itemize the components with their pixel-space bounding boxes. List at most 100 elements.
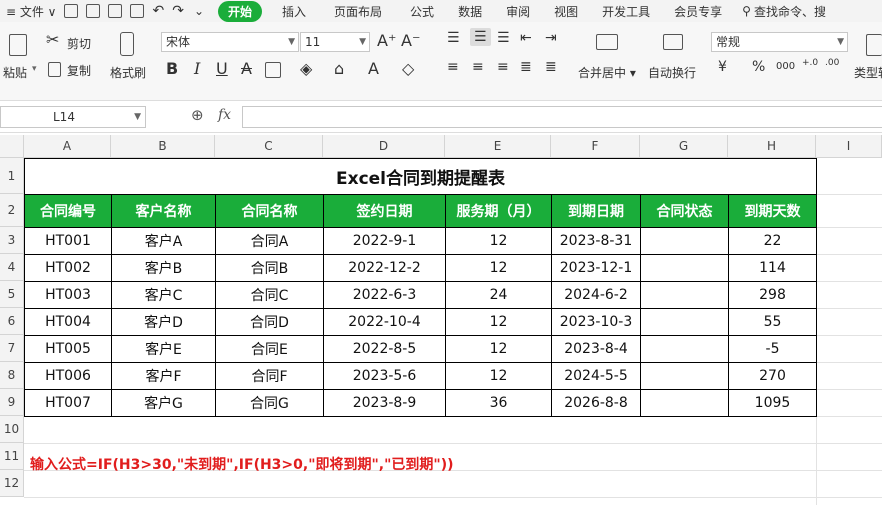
number-format-select[interactable]: 常规 ▼: [711, 32, 848, 52]
align-bottom-icon[interactable]: ☰: [497, 30, 510, 46]
row-header-8[interactable]: 8: [0, 362, 24, 389]
header-days-left[interactable]: 到期天数: [728, 194, 817, 228]
cell[interactable]: 2023-8-4: [551, 335, 641, 363]
cell[interactable]: HT003: [24, 281, 112, 309]
percent-button[interactable]: %: [752, 59, 765, 75]
cell[interactable]: 客户G: [111, 389, 216, 417]
cell[interactable]: 合同C: [215, 281, 324, 309]
tab-developer[interactable]: 开发工具: [602, 3, 650, 20]
strikethrough-icon[interactable]: A: [241, 59, 252, 78]
cell[interactable]: HT001: [24, 227, 112, 255]
cell[interactable]: 12: [445, 227, 552, 255]
cell[interactable]: 2022-6-3: [323, 281, 446, 309]
row-header-11[interactable]: 11: [0, 443, 24, 470]
currency-button[interactable]: ¥: [718, 59, 727, 75]
cell[interactable]: 2022-9-1: [323, 227, 446, 255]
align-middle-icon[interactable]: ☰: [470, 28, 491, 46]
cell[interactable]: 22: [728, 227, 817, 255]
wrap-text-icon[interactable]: [663, 34, 683, 50]
cell[interactable]: 12: [445, 335, 552, 363]
align-left-icon[interactable]: ≡: [447, 59, 459, 75]
row-header-5[interactable]: 5: [0, 281, 24, 308]
column-header-B[interactable]: B: [111, 135, 215, 158]
save-icon[interactable]: [64, 4, 79, 18]
column-header-D[interactable]: D: [323, 135, 445, 158]
print-preview-icon[interactable]: [130, 4, 145, 18]
underline-button[interactable]: U: [216, 59, 228, 78]
print-icon[interactable]: [108, 4, 123, 18]
copy-icon[interactable]: [48, 62, 61, 77]
cell[interactable]: 客户D: [111, 308, 216, 336]
cell[interactable]: HT005: [24, 335, 112, 363]
align-top-icon[interactable]: ☰: [447, 30, 460, 46]
fx-icon[interactable]: fx: [218, 107, 231, 123]
cell[interactable]: [640, 362, 729, 390]
decrease-font-icon[interactable]: A⁻: [401, 31, 420, 50]
cell[interactable]: 2023-12-1: [551, 254, 641, 282]
fill-color-icon[interactable]: ◈: [300, 59, 312, 78]
cell[interactable]: 12: [445, 362, 552, 390]
header-client-name[interactable]: 客户名称: [111, 194, 216, 228]
font-color-icon[interactable]: A: [368, 59, 379, 78]
format-painter-button[interactable]: 格式刷: [110, 64, 146, 81]
row-header-10[interactable]: 10: [0, 416, 24, 443]
column-header-H[interactable]: H: [728, 135, 816, 158]
row-header-2[interactable]: 2: [0, 194, 24, 227]
increase-indent-icon[interactable]: ⇥: [545, 30, 557, 46]
paste-dropdown-arrow[interactable]: ▾: [32, 64, 37, 74]
cell[interactable]: HT004: [24, 308, 112, 336]
wrap-text-button[interactable]: 自动换行: [648, 64, 696, 81]
type-convert-icon[interactable]: [866, 34, 882, 56]
cell[interactable]: 12: [445, 308, 552, 336]
cell[interactable]: 合同A: [215, 227, 324, 255]
search-box[interactable]: ⚲ 查找命令、搜: [742, 3, 826, 20]
cell[interactable]: 合同E: [215, 335, 324, 363]
cell[interactable]: 客户A: [111, 227, 216, 255]
font-size-select[interactable]: 11 ▼: [300, 32, 370, 52]
decrease-decimal-button[interactable]: .00: [825, 58, 839, 68]
cell[interactable]: 2024-5-5: [551, 362, 641, 390]
header-contract-id[interactable]: 合同编号: [24, 194, 112, 228]
copy-button[interactable]: 复制: [67, 62, 91, 79]
cut-icon[interactable]: ✂: [46, 30, 59, 49]
highlight-icon[interactable]: ⌂: [334, 59, 344, 78]
cell[interactable]: HT006: [24, 362, 112, 390]
formula-input[interactable]: [242, 106, 882, 128]
row-header-7[interactable]: 7: [0, 335, 24, 362]
header-contract-name[interactable]: 合同名称: [215, 194, 324, 228]
header-contract-status[interactable]: 合同状态: [640, 194, 729, 228]
sheet-title[interactable]: Excel合同到期提醒表: [24, 158, 817, 195]
cell[interactable]: 客户E: [111, 335, 216, 363]
thousands-button[interactable]: 000: [776, 61, 795, 72]
cell[interactable]: 270: [728, 362, 817, 390]
row-header-9[interactable]: 9: [0, 389, 24, 416]
cell[interactable]: 2022-8-5: [323, 335, 446, 363]
cell[interactable]: -5: [728, 335, 817, 363]
cell[interactable]: 114: [728, 254, 817, 282]
increase-font-icon[interactable]: A⁺: [377, 31, 396, 50]
cell[interactable]: 客户F: [111, 362, 216, 390]
column-header-A[interactable]: A: [24, 135, 111, 158]
cell[interactable]: [640, 227, 729, 255]
header-service-months[interactable]: 服务期（月）: [445, 194, 552, 228]
header-sign-date[interactable]: 签约日期: [323, 194, 446, 228]
cell[interactable]: 2023-5-6: [323, 362, 446, 390]
cell[interactable]: 2023-8-9: [323, 389, 446, 417]
cell[interactable]: 24: [445, 281, 552, 309]
column-header-E[interactable]: E: [445, 135, 551, 158]
italic-button[interactable]: I: [194, 59, 200, 78]
tab-view[interactable]: 视图: [554, 3, 578, 20]
column-header-F[interactable]: F: [551, 135, 640, 158]
merge-center-button[interactable]: 合并居中 ▾: [578, 64, 636, 81]
cell[interactable]: 1095: [728, 389, 817, 417]
name-box[interactable]: L14 ▼: [0, 106, 146, 128]
zoom-icon[interactable]: ⊕: [191, 106, 204, 124]
distributed-icon[interactable]: ≣: [545, 59, 557, 75]
borders-icon[interactable]: [265, 62, 281, 78]
row-header-12[interactable]: 12: [0, 470, 24, 497]
tab-data[interactable]: 数据: [458, 3, 482, 20]
tab-member[interactable]: 会员专享: [674, 3, 722, 20]
merge-center-icon[interactable]: [596, 34, 618, 50]
cell[interactable]: 合同G: [215, 389, 324, 417]
cell[interactable]: HT007: [24, 389, 112, 417]
